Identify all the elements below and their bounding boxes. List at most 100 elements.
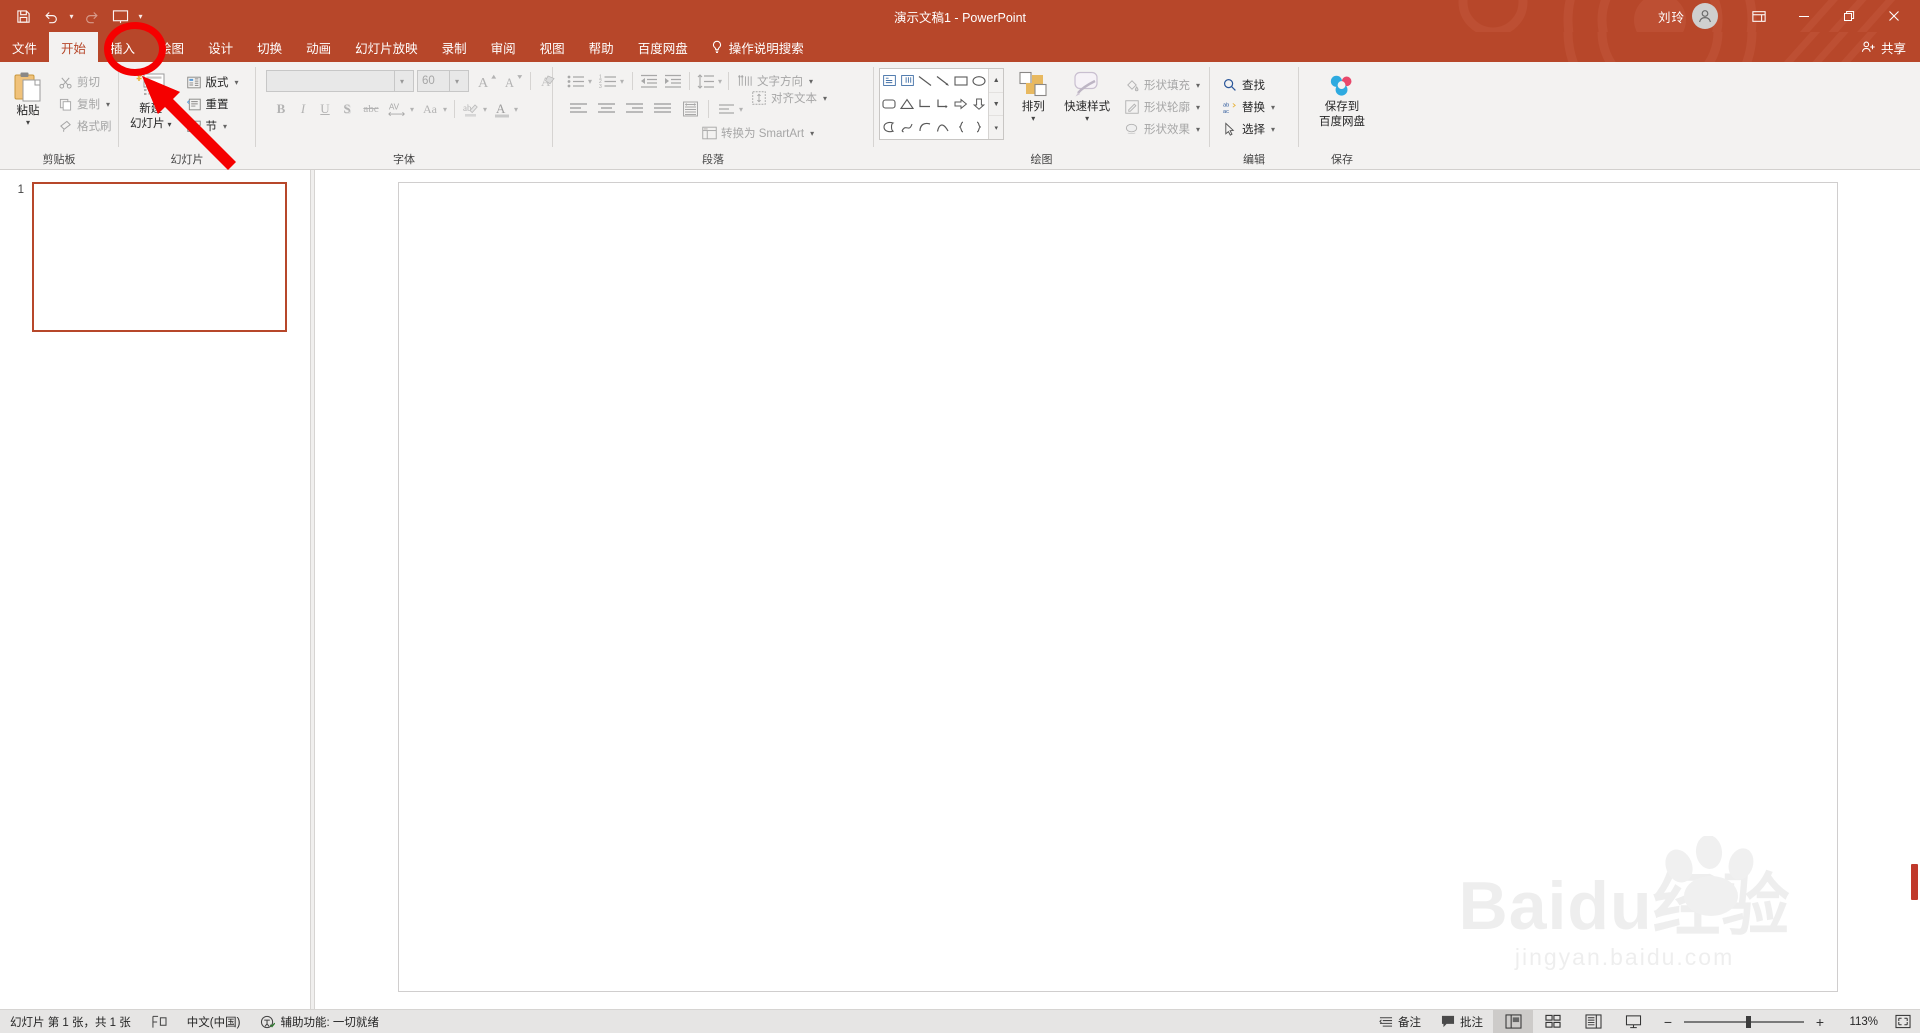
shape-oval[interactable]	[970, 69, 988, 92]
underline-button[interactable]: U	[314, 98, 336, 120]
shape-elbow-connector[interactable]	[916, 92, 934, 115]
replace-dropdown-icon[interactable]: ▾	[1271, 103, 1275, 112]
align-text-menu-icon[interactable]: ▾	[823, 94, 827, 103]
restore-button[interactable]	[1826, 0, 1871, 32]
share-button[interactable]: 共享	[1847, 32, 1920, 62]
slide-canvas[interactable]: Baidu经验 jingyan.baidu.com	[397, 182, 1838, 992]
zoom-slider[interactable]	[1684, 1015, 1804, 1029]
start-slideshow-icon[interactable]	[107, 4, 133, 28]
align-left-button[interactable]	[564, 98, 592, 120]
numbering-dropdown-icon[interactable]: ▾	[620, 77, 624, 86]
shape-rectangle[interactable]	[952, 69, 970, 92]
comments-button[interactable]: 批注	[1431, 1010, 1493, 1033]
shape-right-brace[interactable]	[970, 116, 988, 139]
zoom-percentage[interactable]: 113%	[1836, 1016, 1878, 1028]
shrink-font-button[interactable]: A	[500, 70, 526, 92]
slide-thumbnail-pane[interactable]: 1	[0, 170, 311, 1009]
line-spacing-dropdown-icon[interactable]: ▾	[718, 77, 722, 86]
justify-button[interactable]	[648, 98, 676, 120]
font-name-dropdown-icon[interactable]: ▾	[394, 71, 409, 91]
arrange-button[interactable]: 排列 ▾	[1010, 68, 1056, 123]
tab-home[interactable]: 开始	[49, 32, 99, 62]
tab-draw[interactable]: 绘图	[147, 32, 196, 62]
align-right-button[interactable]	[620, 98, 648, 120]
shapes-gallery-scrollbar[interactable]: ▲ ▼ ▾	[988, 69, 1004, 140]
columns-button[interactable]	[676, 98, 704, 120]
align-text-vertical-button[interactable]	[713, 98, 739, 120]
save-to-baidu-netdisk-button[interactable]: 保存到 百度网盘	[1313, 70, 1371, 129]
strikethrough-button[interactable]: abc	[358, 98, 384, 120]
tab-record[interactable]: 录制	[430, 32, 479, 62]
customize-qat-icon[interactable]: ▾	[135, 4, 146, 28]
shape-fill-button[interactable]: 形状填充 ▾	[1120, 74, 1204, 96]
arrange-dropdown-icon[interactable]: ▾	[1031, 115, 1035, 123]
shape-effects-button[interactable]: 形状效果 ▾	[1120, 118, 1204, 140]
bullets-dropdown-icon[interactable]: ▾	[588, 77, 592, 86]
replace-button[interactable]: ab ac 替换 ▾	[1218, 96, 1279, 118]
shape-effects-dropdown-icon[interactable]: ▾	[1196, 125, 1200, 134]
quick-styles-dropdown-icon[interactable]: ▾	[1085, 115, 1089, 123]
shape-down-arrow[interactable]	[970, 92, 988, 115]
tab-animations[interactable]: 动画	[294, 32, 343, 62]
tab-view[interactable]: 视图	[528, 32, 577, 62]
ribbon-display-options-icon[interactable]	[1736, 0, 1781, 32]
shape-arc[interactable]	[934, 116, 952, 139]
thumbnail-list-item[interactable]: 1	[0, 182, 310, 332]
grow-font-button[interactable]: A	[474, 70, 500, 92]
vertical-scrollbar[interactable]	[1908, 170, 1920, 1009]
shape-line[interactable]	[916, 69, 934, 92]
format-painter-button[interactable]: 格式刷	[53, 115, 116, 137]
quick-styles-button[interactable]: 快速样式 ▾	[1058, 68, 1116, 123]
fit-slide-button[interactable]	[1886, 1014, 1920, 1029]
view-slideshow-button[interactable]	[1613, 1010, 1653, 1033]
font-size-dropdown-icon[interactable]: ▾	[449, 71, 464, 91]
select-button[interactable]: 选择 ▾	[1218, 118, 1279, 140]
text-direction-dropdown-icon[interactable]: ▾	[809, 77, 813, 86]
shapes-scroll-down-icon[interactable]: ▼	[989, 92, 1004, 117]
avatar[interactable]	[1692, 3, 1718, 29]
shape-curve[interactable]	[916, 116, 934, 139]
shapes-gallery-more-icon[interactable]: ▾	[989, 116, 1004, 140]
close-button[interactable]	[1871, 0, 1916, 32]
layout-dropdown-icon[interactable]: ▾	[235, 78, 239, 87]
shape-scribble[interactable]	[898, 116, 916, 139]
shape-elbow-arrow-connector[interactable]	[934, 92, 952, 115]
zoom-out-button[interactable]: −	[1661, 1015, 1675, 1029]
font-size-input[interactable]: 60 ▾	[417, 70, 469, 92]
cut-button[interactable]: 剪切	[53, 71, 116, 93]
tab-file[interactable]: 文件	[0, 32, 49, 62]
tab-help[interactable]: 帮助	[577, 32, 626, 62]
decrease-indent-button[interactable]	[637, 70, 661, 92]
shape-outline-button[interactable]: 形状轮廓 ▾	[1120, 96, 1204, 118]
character-spacing-dropdown-icon[interactable]: ▾	[410, 105, 414, 114]
new-slide-dropdown-icon[interactable]: ▾	[168, 120, 172, 129]
increase-indent-button[interactable]	[661, 70, 685, 92]
shape-textbox[interactable]	[880, 69, 898, 92]
redo-icon[interactable]	[79, 4, 105, 28]
zoom-control[interactable]: − + 113%	[1653, 1015, 1886, 1029]
select-dropdown-icon[interactable]: ▾	[1271, 125, 1275, 134]
font-color-dropdown-icon[interactable]: ▾	[514, 105, 518, 114]
layout-button[interactable]: 版式 ▾	[182, 71, 243, 93]
numbering-button[interactable]: 1 2 3	[596, 70, 620, 92]
save-icon[interactable]	[10, 4, 36, 28]
bold-button[interactable]: B	[270, 98, 292, 120]
convert-smartart-button[interactable]: 转换为 SmartArt ▾	[697, 122, 818, 144]
text-highlight-button[interactable]: ab	[459, 98, 483, 120]
new-slide-button[interactable]: 新建 幻灯片 ▾	[124, 68, 178, 131]
align-center-button[interactable]	[592, 98, 620, 120]
tab-baidu-netdisk[interactable]: 百度网盘	[626, 32, 700, 62]
highlight-dropdown-icon[interactable]: ▾	[483, 105, 487, 114]
copy-dropdown-icon[interactable]: ▾	[106, 100, 110, 109]
copy-button[interactable]: 复制 ▾	[53, 93, 116, 115]
undo-dropdown-icon[interactable]: ▾	[66, 4, 77, 28]
font-color-button[interactable]: A	[490, 98, 514, 120]
find-button[interactable]: 查找	[1218, 74, 1279, 96]
font-name-input[interactable]: ▾	[266, 70, 414, 92]
slide-editing-area[interactable]: Baidu经验 jingyan.baidu.com	[315, 170, 1920, 1009]
change-case-dropdown-icon[interactable]: ▾	[443, 105, 447, 114]
scrollbar-thumb[interactable]	[1911, 864, 1918, 900]
tab-design[interactable]: 设计	[196, 32, 245, 62]
shapes-scroll-up-icon[interactable]: ▲	[989, 69, 1004, 93]
tab-slideshow[interactable]: 幻灯片放映	[343, 32, 430, 62]
